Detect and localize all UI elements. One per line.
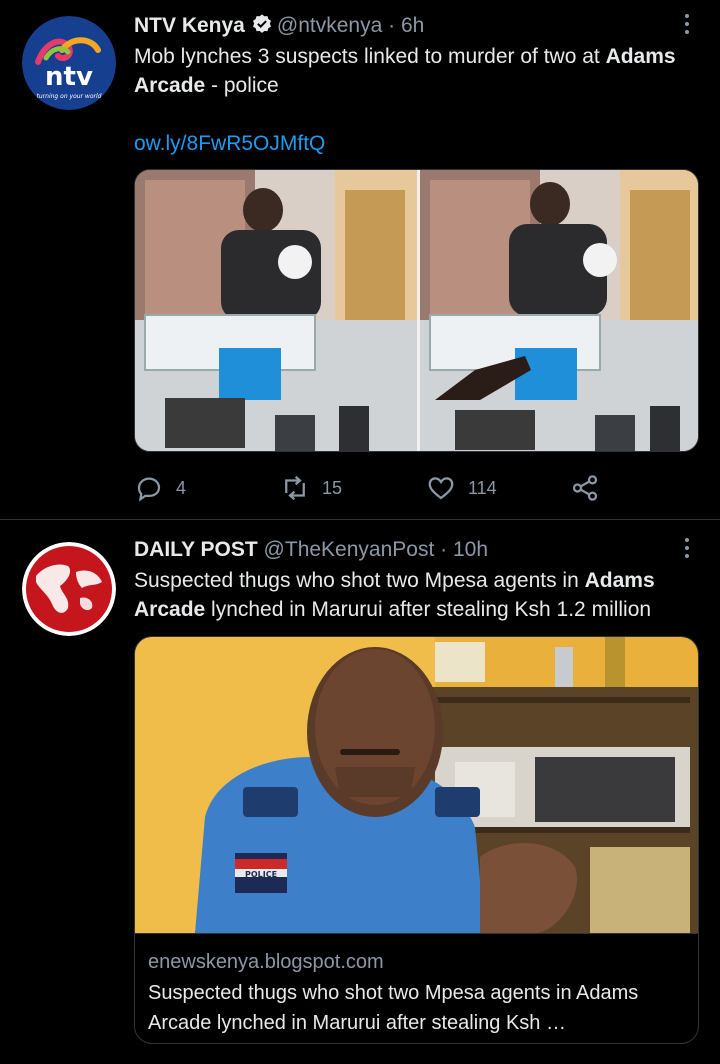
heart-icon bbox=[428, 477, 454, 500]
author-handle[interactable]: @TheKenyanPost bbox=[264, 538, 435, 561]
separator-dot: · bbox=[440, 538, 448, 561]
retweet-icon bbox=[285, 475, 305, 501]
cctv-image bbox=[135, 170, 698, 451]
svg-text:turning on your world: turning on your world bbox=[37, 93, 102, 100]
card-domain: enewskenya.blogspot.com bbox=[148, 951, 384, 973]
more-options-icon[interactable] bbox=[682, 14, 692, 40]
share-icon bbox=[572, 475, 598, 501]
verified-badge-icon bbox=[251, 13, 273, 45]
tweet-daily-post[interactable]: DAILY POST @TheKenyanPost · 10h Suspecte… bbox=[0, 520, 720, 1064]
reply-count: 4 bbox=[176, 477, 187, 498]
card-title: Suspected thugs who shot two Mpesa agent… bbox=[148, 982, 639, 1034]
author-handle[interactable]: @ntvkenya bbox=[277, 14, 382, 37]
ntv-avatar[interactable]: ntv turning on your world bbox=[22, 16, 116, 110]
more-options-icon[interactable] bbox=[682, 538, 692, 564]
separator-dot: · bbox=[388, 14, 396, 37]
daily-post-avatar[interactable] bbox=[22, 542, 116, 636]
like-count: 114 bbox=[468, 477, 497, 498]
reply-icon bbox=[137, 477, 161, 502]
tweet-actions: 4 15 114 bbox=[134, 470, 614, 506]
share-button[interactable] bbox=[570, 470, 600, 506]
tweet-text: Mob lynches 3 suspects linked to murder … bbox=[134, 45, 676, 97]
tweet-ntv-kenya[interactable]: ntv turning on your world NTV Kenya @ntvk… bbox=[0, 0, 720, 520]
tweet-media-cctv[interactable] bbox=[134, 169, 699, 452]
tweet-header: NTV Kenya @ntvkenya · 6h bbox=[134, 10, 670, 45]
retweet-count: 15 bbox=[322, 477, 343, 498]
svg-text:POLICE: POLICE bbox=[245, 870, 277, 879]
author-name[interactable]: DAILY POST bbox=[134, 538, 258, 561]
reply-button[interactable]: 4 bbox=[134, 470, 186, 506]
globe-logo bbox=[22, 542, 116, 636]
card-divider bbox=[135, 933, 698, 934]
ntv-logo: ntv turning on your world bbox=[22, 16, 116, 110]
link-card[interactable]: POLICE enewskenya.blogspot.com Suspected… bbox=[134, 636, 699, 1044]
tweet-header: DAILY POST @TheKenyanPost · 10h bbox=[134, 534, 670, 566]
like-button[interactable]: 114 bbox=[426, 470, 497, 506]
tweet-time[interactable]: 6h bbox=[401, 14, 424, 37]
tweet-link[interactable]: ow.ly/8FwR5OJMftQ bbox=[134, 132, 325, 156]
retweet-button[interactable]: 15 bbox=[280, 470, 342, 506]
tweet-text: Suspected thugs who shot two Mpesa agent… bbox=[134, 569, 655, 621]
card-image: POLICE bbox=[135, 637, 698, 933]
author-name[interactable]: NTV Kenya bbox=[134, 14, 245, 37]
svg-text:ntv: ntv bbox=[45, 62, 93, 92]
tweet-time[interactable]: 10h bbox=[453, 538, 488, 561]
